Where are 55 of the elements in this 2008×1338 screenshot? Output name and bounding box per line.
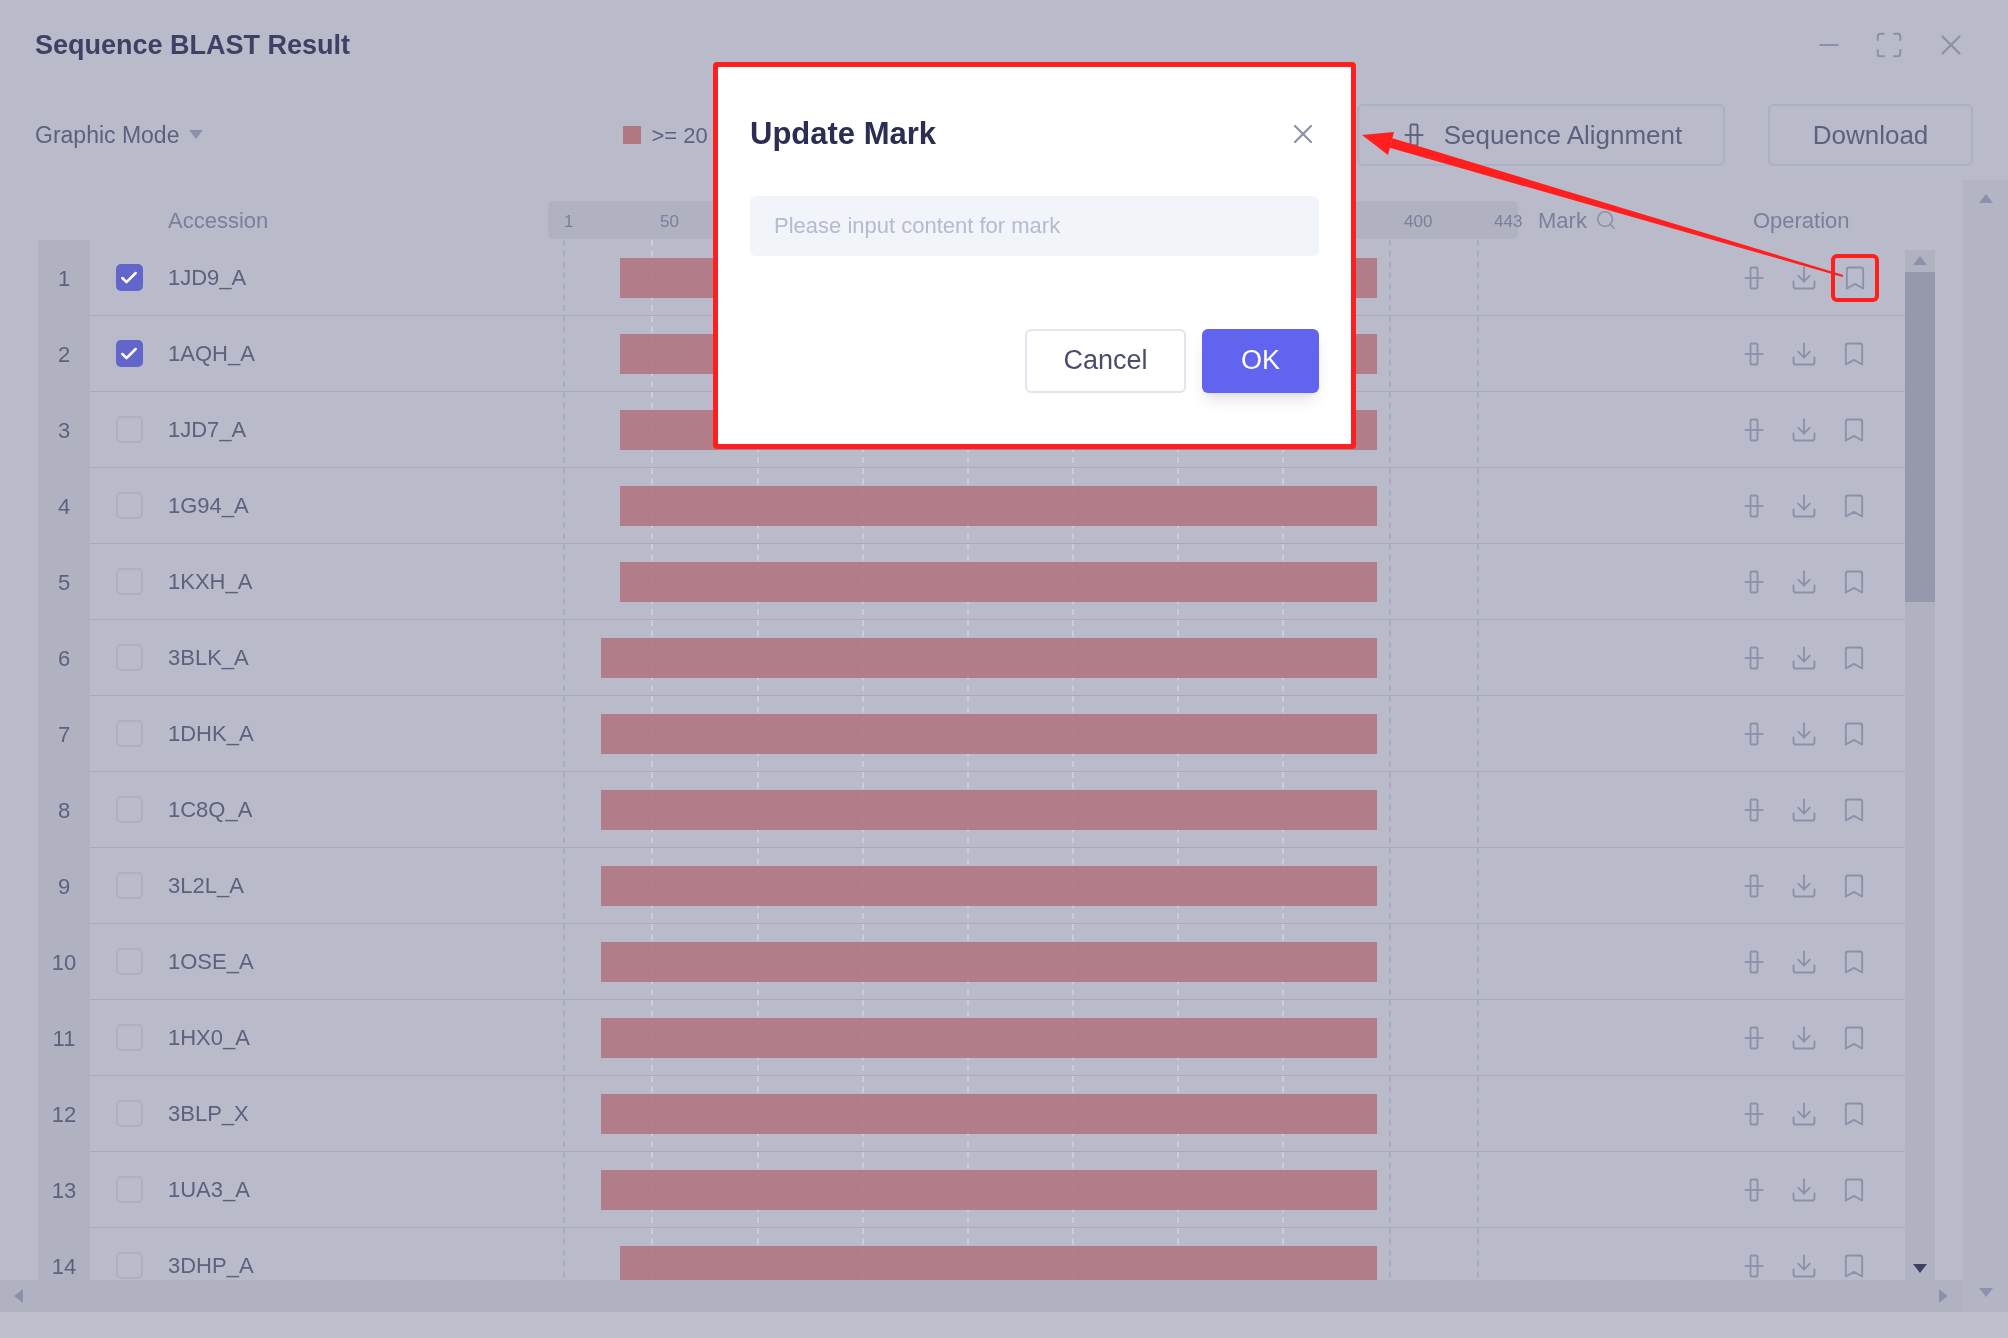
row-number: 1	[57, 264, 71, 293]
accession-cell-text: 3BLP_X	[168, 1100, 250, 1128]
column-header: Mark	[1538, 206, 1587, 235]
row-number: 14	[51, 1252, 77, 1280]
accession-cell-text: 1JD7_A	[168, 416, 248, 444]
maximize-icon[interactable]	[1874, 30, 1904, 60]
accession-cell-text: 1KXH_A	[168, 568, 254, 596]
ok-button[interactable]: OK	[1202, 328, 1319, 393]
accession-cell-text: 3L2L_A	[168, 872, 245, 900]
scroll-left-icon[interactable]	[14, 1289, 24, 1303]
cancel-button[interactable]: Cancel	[1025, 328, 1186, 393]
search-icon[interactable]	[1594, 209, 1617, 231]
accession-cell-text: 3DHP_A	[168, 1252, 255, 1280]
row-number: 4	[57, 492, 71, 521]
row-number: 2	[57, 340, 71, 369]
caret-icon	[189, 130, 204, 140]
legend-label: >= 20	[651, 121, 708, 150]
mark-input[interactable]: Please input content for mark	[750, 195, 1319, 256]
scroll-up-icon[interactable]	[1913, 256, 1927, 266]
accession-cell-text: 1JD9_A	[168, 264, 248, 292]
row-number: 12	[51, 1100, 77, 1129]
accession-cell-text: 1OSE_A	[168, 948, 255, 976]
window-title: Sequence BLAST Result	[35, 28, 351, 62]
row-number: 6	[57, 644, 71, 673]
accession-cell-text: 1AQH_A	[168, 340, 256, 368]
sequence-alignment-button[interactable]: Sequence Alignment	[1357, 104, 1725, 166]
row-number: 10	[51, 948, 77, 977]
scroll-up-icon[interactable]	[1978, 194, 1993, 204]
accession-cell-text: 1HX0_A	[168, 1024, 251, 1052]
row-number: 11	[52, 1024, 76, 1053]
column-header: Accession	[168, 206, 270, 235]
row-number: 13	[51, 1176, 77, 1205]
row-number: 7	[57, 720, 71, 749]
row-number: 8	[57, 796, 71, 825]
accession-cell-text: 1C8Q_A	[168, 796, 254, 824]
horizontal-scrollbar[interactable]	[0, 1280, 1963, 1312]
scroll-right-icon[interactable]	[1939, 1289, 1949, 1303]
scrollbar[interactable]	[1905, 250, 1935, 1280]
mode-dropdown[interactable]: Graphic Mode	[35, 117, 204, 153]
row-number: 9	[57, 872, 71, 901]
download-button[interactable]: Download	[1768, 104, 1973, 166]
scrollbar-thumb[interactable]	[1905, 272, 1935, 602]
outer-scrollbar[interactable]	[1963, 180, 2008, 1312]
axis-tick: 443	[1494, 211, 1523, 233]
column-header: Operation	[1752, 206, 1850, 235]
accession-cell-text: 1UA3_A	[168, 1176, 251, 1204]
row-number: 3	[57, 416, 71, 445]
accession-cell-text: 3BLK_A	[168, 644, 250, 672]
row-checkbox[interactable]	[115, 340, 143, 367]
accession-cell-text: 1G94_A	[168, 492, 250, 520]
accession-cell-text: 1DHK_A	[168, 720, 255, 748]
row-number: 5	[57, 568, 71, 597]
dialog-title: Update Mark	[750, 115, 937, 153]
row-checkbox[interactable]	[115, 264, 143, 291]
scroll-down-icon[interactable]	[1913, 1264, 1927, 1274]
